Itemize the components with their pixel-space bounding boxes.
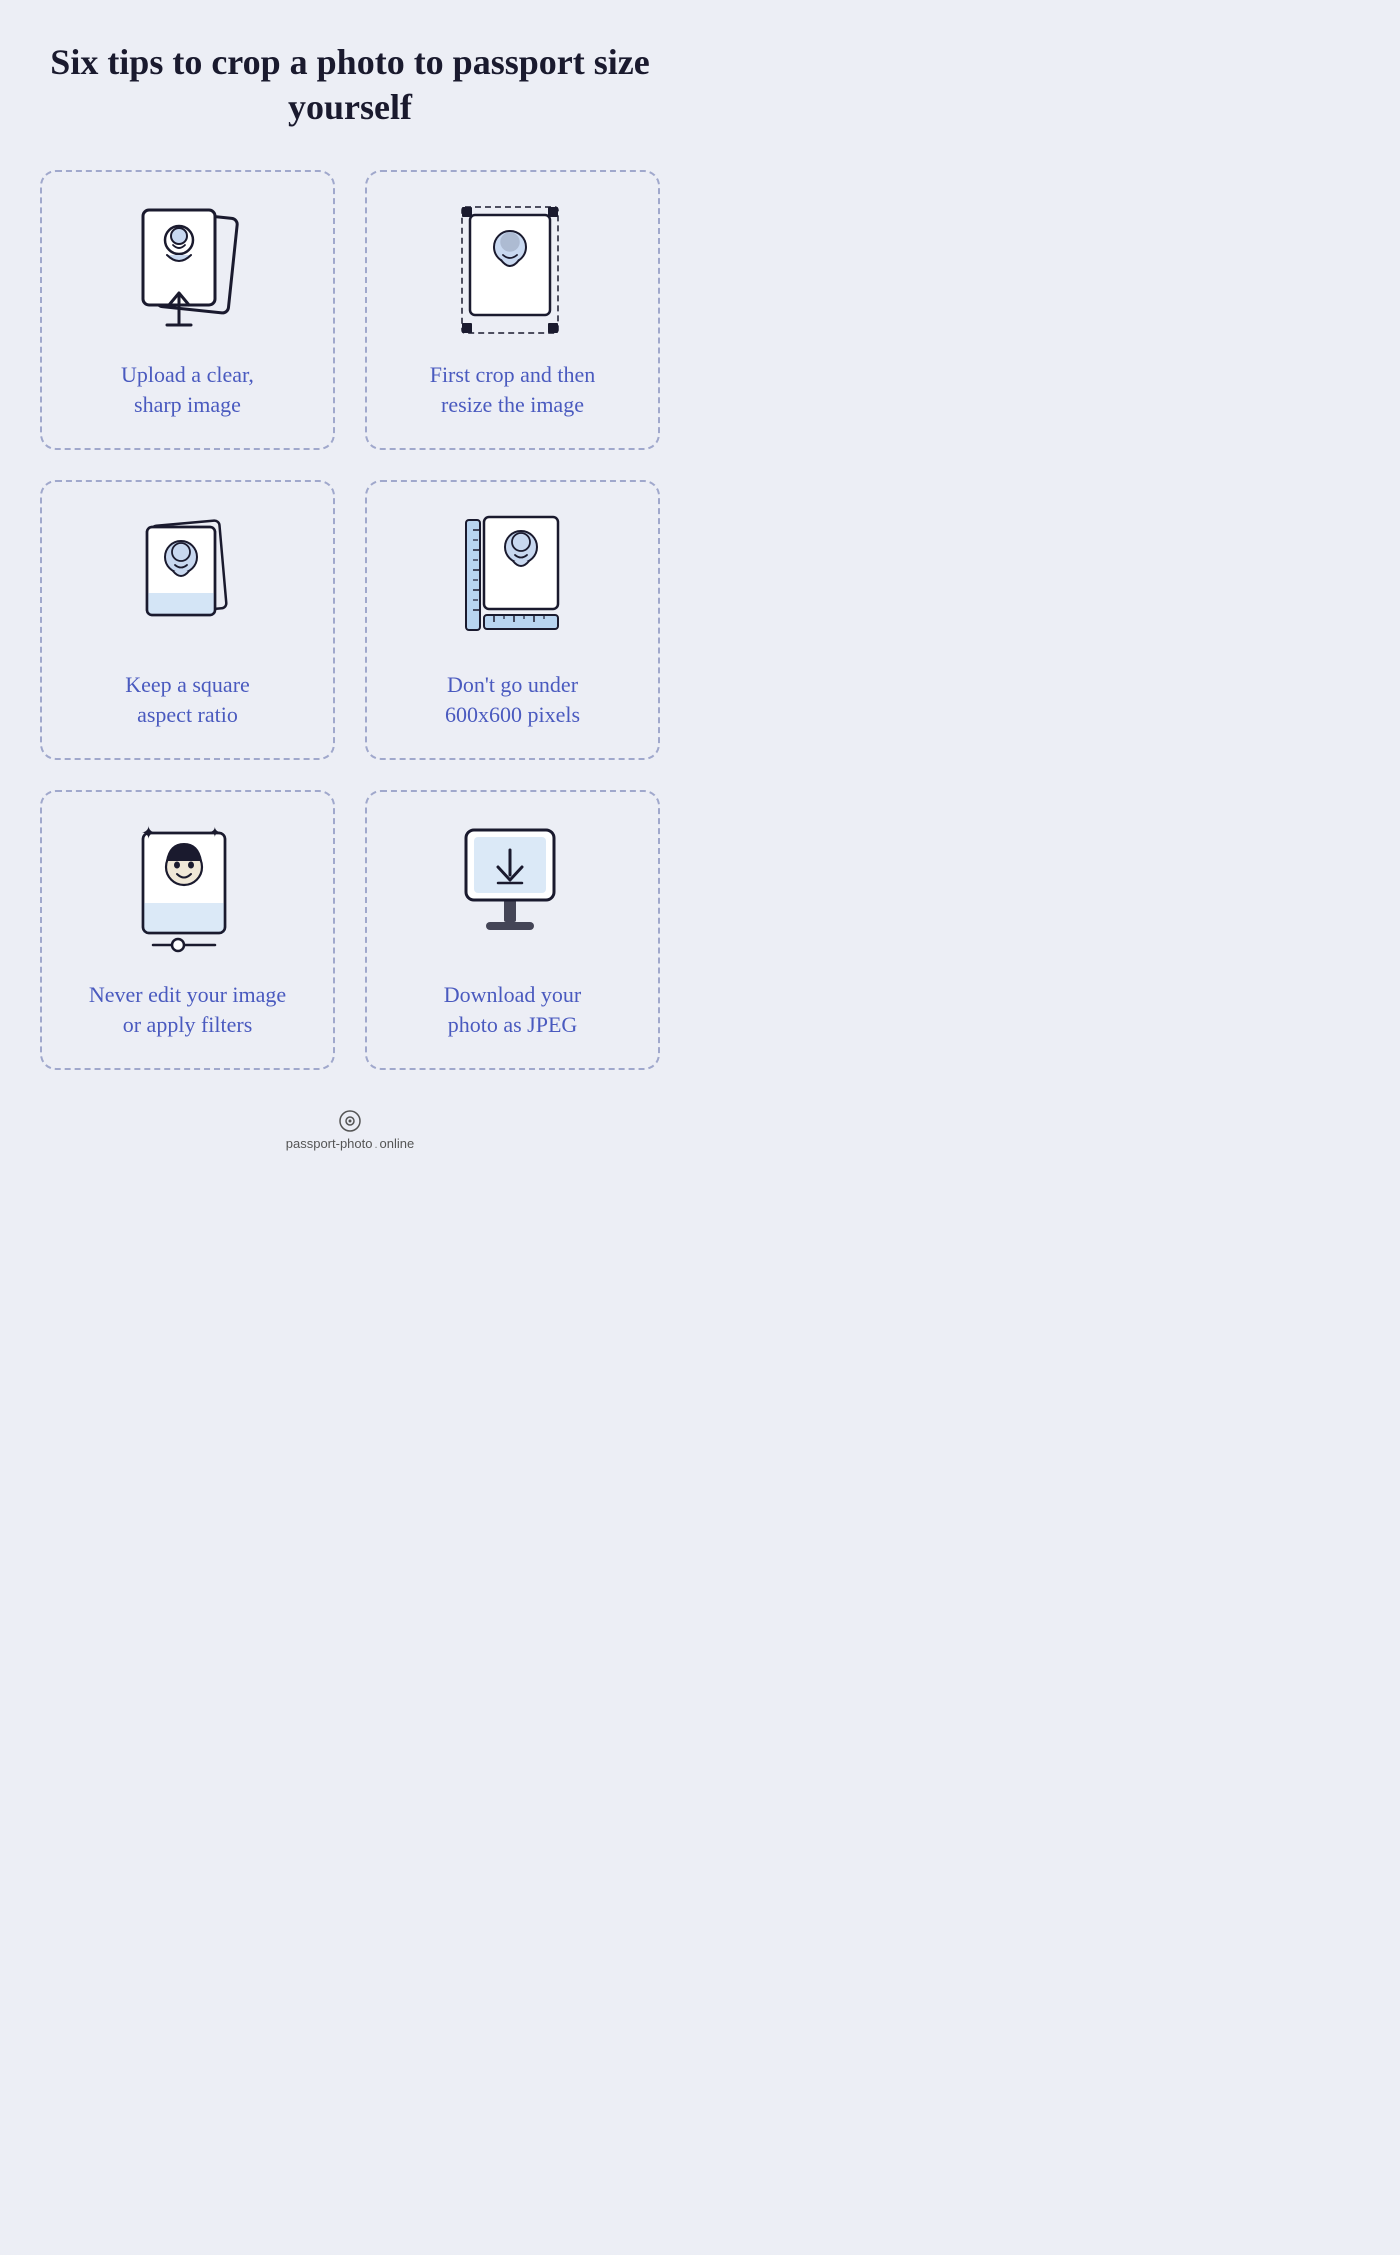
crop-resize-icon-area [448,192,578,342]
brand-online: online [380,1136,415,1151]
pixels-label: Don't go under 600x600 pixels [445,670,580,729]
brand-icon [339,1110,361,1132]
brand-name: passport-photo [286,1136,373,1151]
card-upload: Upload a clear, sharp image [40,170,335,450]
brand-sub: . [374,1139,377,1151]
page-title: Six tips to crop a photo to passport siz… [40,40,660,130]
pixels-icon-area [448,502,578,652]
crop-resize-icon [448,195,578,340]
no-edit-label: Never edit your image or apply filters [89,980,286,1039]
card-crop-resize: First crop and then resize the image [365,170,660,450]
upload-icon-area [123,192,253,342]
card-pixels: Don't go under 600x600 pixels [365,480,660,760]
download-label: Download your photo as JPEG [444,980,581,1039]
footer: passport-photo . online [286,1110,415,1151]
download-icon-area [448,812,578,962]
upload-icon [123,195,253,340]
pixels-icon [448,505,578,650]
svg-text:✦: ✦ [141,823,156,843]
crop-resize-label: First crop and then resize the image [430,360,596,419]
aspect-ratio-label: Keep a square aspect ratio [125,670,250,729]
no-edit-icon: ✦ ✦ [123,815,253,960]
card-no-edit: ✦ ✦ Never edit your image or apply filte… [40,790,335,1070]
aspect-ratio-icon-area [123,502,253,652]
upload-label: Upload a clear, sharp image [121,360,254,419]
card-aspect-ratio: Keep a square aspect ratio [40,480,335,760]
no-edit-icon-area: ✦ ✦ [123,812,253,962]
card-download: Download your photo as JPEG [365,790,660,1070]
tips-grid: Upload a clear, sharp image [40,170,660,1070]
svg-text:✦: ✦ [209,826,221,841]
aspect-ratio-icon [123,505,253,650]
download-icon [448,815,578,960]
